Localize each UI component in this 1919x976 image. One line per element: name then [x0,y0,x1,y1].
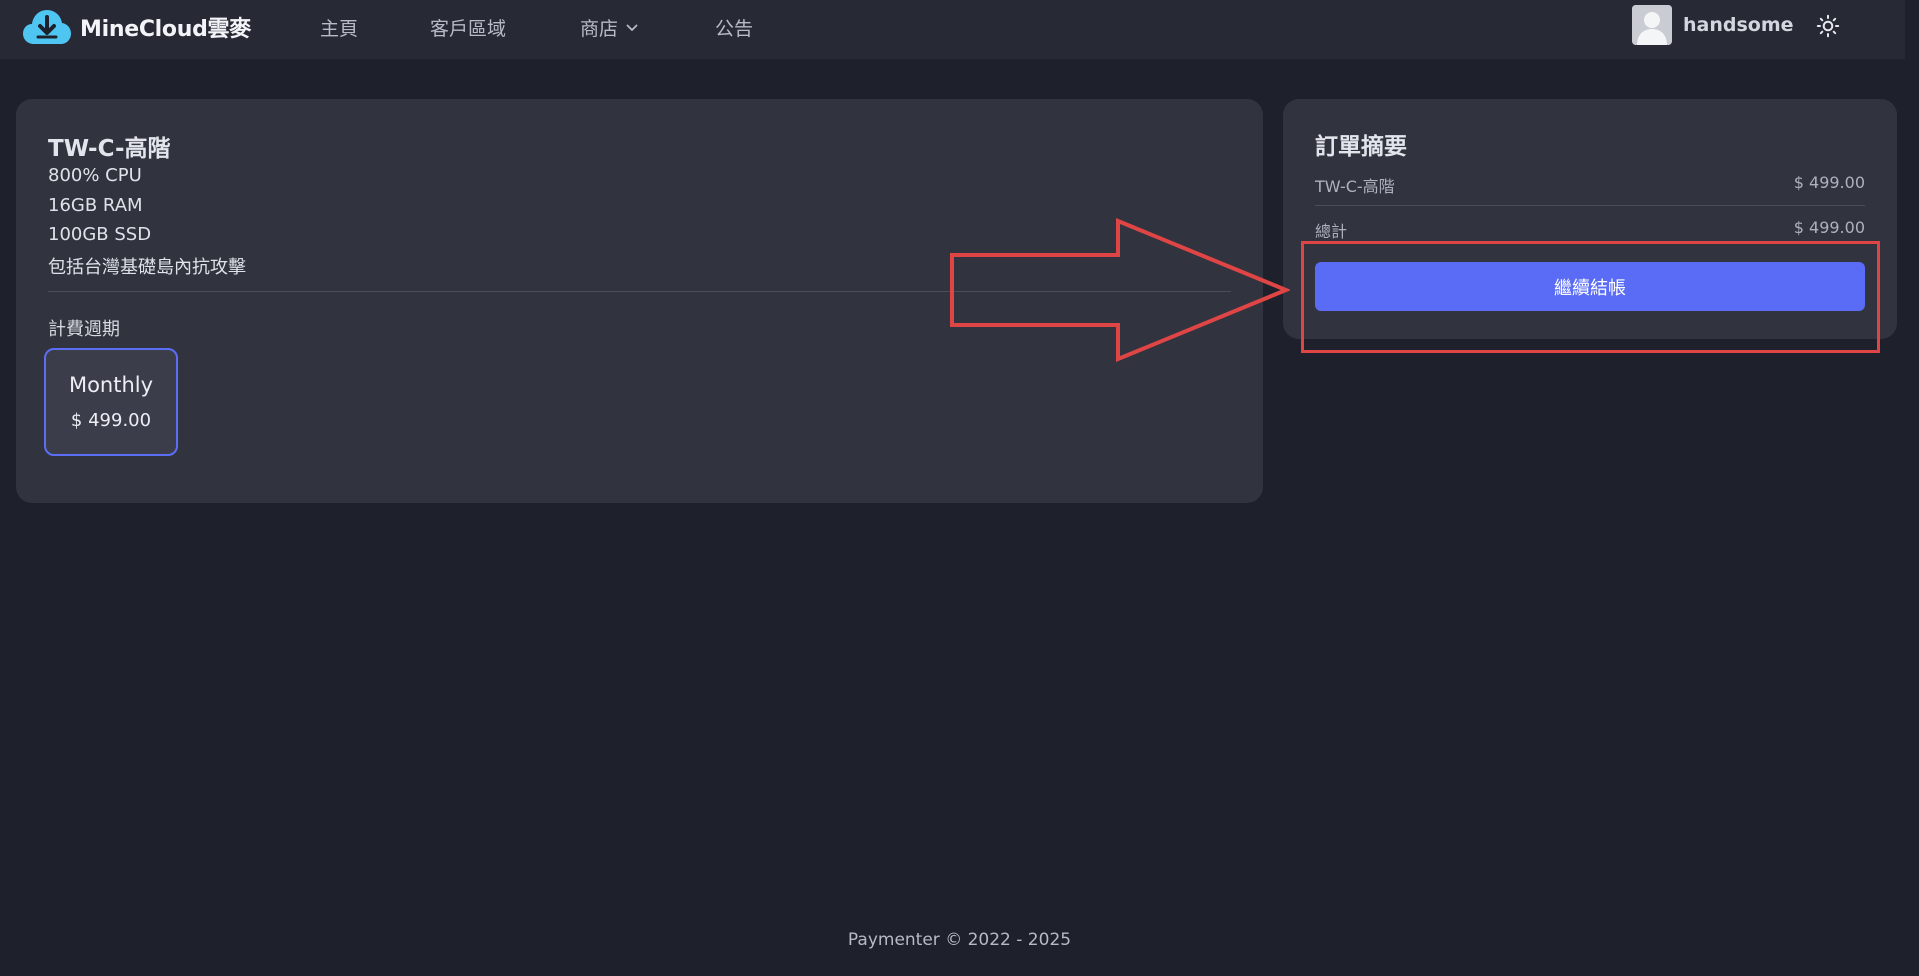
billing-option-monthly[interactable]: Monthly $ 499.00 [44,348,178,456]
username: handsome [1683,14,1794,36]
summary-item-price: $ 499.00 [1793,173,1865,192]
spec-disk: 100GB SSD [48,224,152,245]
annotation-highlight-box [1301,241,1880,353]
top-navbar: MineCloud雲麥 主頁 客戶區域 商店 公告 handsome [0,0,1905,59]
summary-item-name: TW-C-高階 [1315,177,1395,196]
spec-ram: 16GB RAM [48,195,143,216]
summary-total-label: 總計 [1315,222,1348,241]
plan-name: Monthly [68,373,154,397]
cloud-download-icon [23,10,71,44]
summary-total-price: $ 499.00 [1793,218,1865,237]
brand-name: MineCloud雲麥 [80,17,251,42]
brand-link[interactable]: MineCloud雲麥 [22,8,251,46]
summary-total-row: 總計 $ 499.00 [1315,218,1865,242]
product-title: TW-C-高階 [48,136,171,162]
spec-protection: 包括台灣基礎島內抗攻擊 [48,257,246,278]
plan-price: $ 499.00 [70,410,152,431]
footer-copyright: Paymenter © 2022 - 2025 [847,930,1072,950]
summary-title: 訂單摘要 [1315,134,1407,160]
avatar [1632,5,1672,45]
nav-store[interactable]: 商店 [580,14,638,41]
nav-home[interactable]: 主頁 [320,14,358,41]
summary-divider [1315,205,1865,206]
nav-store-label: 商店 [580,18,619,40]
nav-client-area[interactable]: 客戶區域 [430,14,506,41]
nav-announcements[interactable]: 公告 [715,14,753,41]
user-menu[interactable]: handsome [1632,5,1794,45]
chevron-down-icon [626,24,638,31]
billing-cycle-label: 計費週期 [48,319,120,340]
spec-cpu: 800% CPU [48,165,142,186]
annotation-arrow-icon [950,218,1290,362]
sun-icon[interactable] [1816,14,1840,38]
summary-item-row: TW-C-高階 $ 499.00 [1315,173,1865,197]
